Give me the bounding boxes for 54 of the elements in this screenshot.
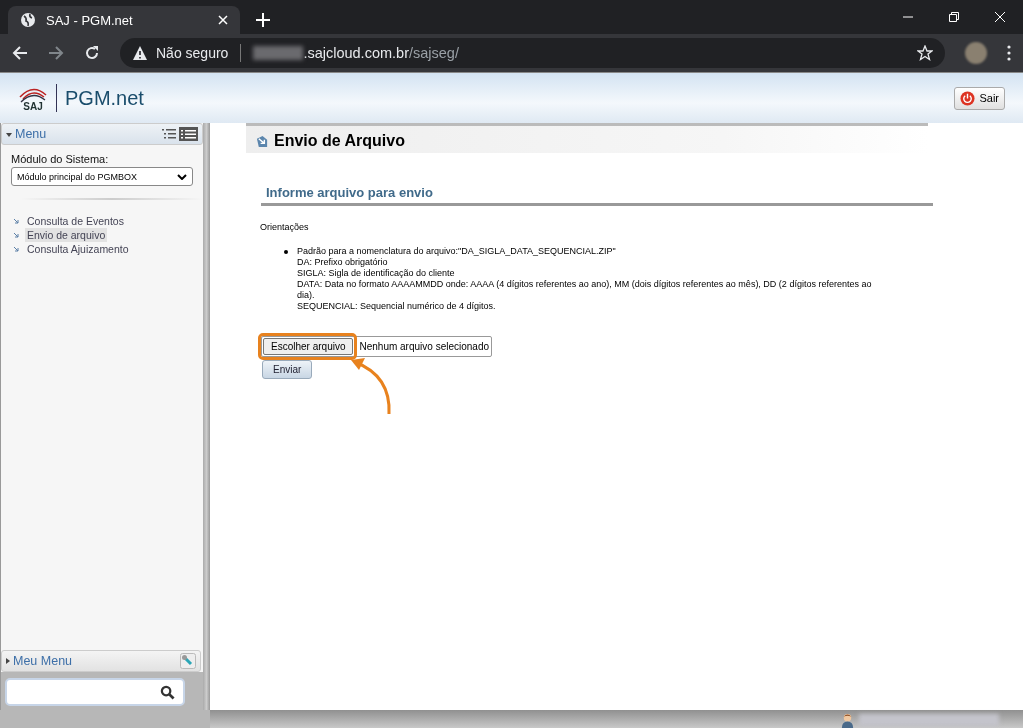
caret-icon [177, 173, 187, 180]
page-title: Envio de Arquivo [274, 132, 405, 150]
search-icon[interactable] [160, 684, 175, 700]
search-field[interactable] [5, 678, 185, 706]
new-tab-icon[interactable] [256, 13, 270, 27]
guidance-text: Padrão para a nomenclatura do arquivo:"DA_SIGLA_DATA_SEQUENCIAL.ZIP" [297, 246, 617, 257]
choose-file-button[interactable]: Escolher arquivo [263, 338, 354, 355]
menu-title: Meu Menu [13, 654, 73, 668]
close-window-icon[interactable] [995, 12, 1005, 22]
tab-title: SAJ - PGM.net [46, 12, 134, 28]
app-name: PGM.net [65, 86, 144, 110]
profile-avatar[interactable] [965, 42, 987, 64]
power-icon [960, 90, 976, 106]
browser-tab[interactable]: SAJ - PGM.net [8, 6, 240, 34]
section-title: Informe arquivo para envio [266, 185, 433, 200]
guidance-text: DA: Prefixo obrigatório [297, 257, 389, 268]
security-label: Não seguro [156, 45, 229, 61]
logo-text: SAJ [23, 100, 43, 112]
back-icon[interactable] [12, 45, 28, 61]
file-status: Nenhum arquivo selecionado [358, 341, 490, 352]
globe-icon [20, 12, 36, 28]
guidance-text: SEQUENCIAL: Sequencial numérico de 4 dígitos. [297, 301, 497, 312]
send-button[interactable]: Enviar [262, 360, 313, 379]
arrow-icon [14, 232, 19, 238]
star-icon[interactable] [917, 45, 933, 61]
arrow-icon [14, 218, 19, 224]
guidance-label: Orientações [260, 222, 310, 232]
menu-item[interactable]: Consulta de Eventos [25, 214, 126, 228]
select-value: Módulo principal do PGMBOX [17, 171, 138, 182]
restore-icon[interactable] [949, 12, 959, 22]
my-menu-header[interactable]: Meu Menu [1, 650, 201, 672]
user-icon [840, 713, 855, 728]
forward-icon[interactable] [48, 45, 64, 61]
menu-item[interactable]: Envio de arquivo [25, 228, 108, 242]
warning-icon [132, 45, 148, 61]
bullet-icon [284, 250, 288, 254]
arrow-icon [14, 246, 19, 252]
menu-item[interactable]: Consulta Ajuizamento [25, 242, 131, 256]
guidance-text: DATA: Data no formato AAAAMMDD onde: AAAA (4 dígitos referentes ao ano), MM (dois dígitos referentes ao mês), DD (2 dígitos referentes ao dia). [297, 279, 873, 301]
guidance-text: SIGLA: Sigla de identificação do cliente [297, 268, 456, 279]
file-input[interactable]: Escolher arquivo Nenhum arquivo selecionado [261, 336, 492, 357]
url-text: .sajcloud.com.br/sajseg/ [303, 45, 459, 61]
close-icon[interactable] [218, 15, 228, 25]
exit-button[interactable]: Sair [954, 86, 1005, 110]
list-view-icon[interactable] [162, 127, 198, 141]
menu-icon[interactable] [1007, 45, 1011, 61]
address-bar[interactable]: Não seguro .sajcloud.com.br/sajseg/ [120, 38, 945, 68]
module-label: Módulo do Sistema: [11, 153, 110, 165]
blurred-text [253, 46, 304, 60]
page-icon [256, 134, 269, 148]
menu-title: Menu [15, 127, 47, 141]
module-select[interactable]: Módulo principal do PGMBOX [11, 167, 193, 186]
menu-header[interactable]: Menu [1, 123, 203, 145]
reload-icon[interactable] [84, 45, 100, 61]
